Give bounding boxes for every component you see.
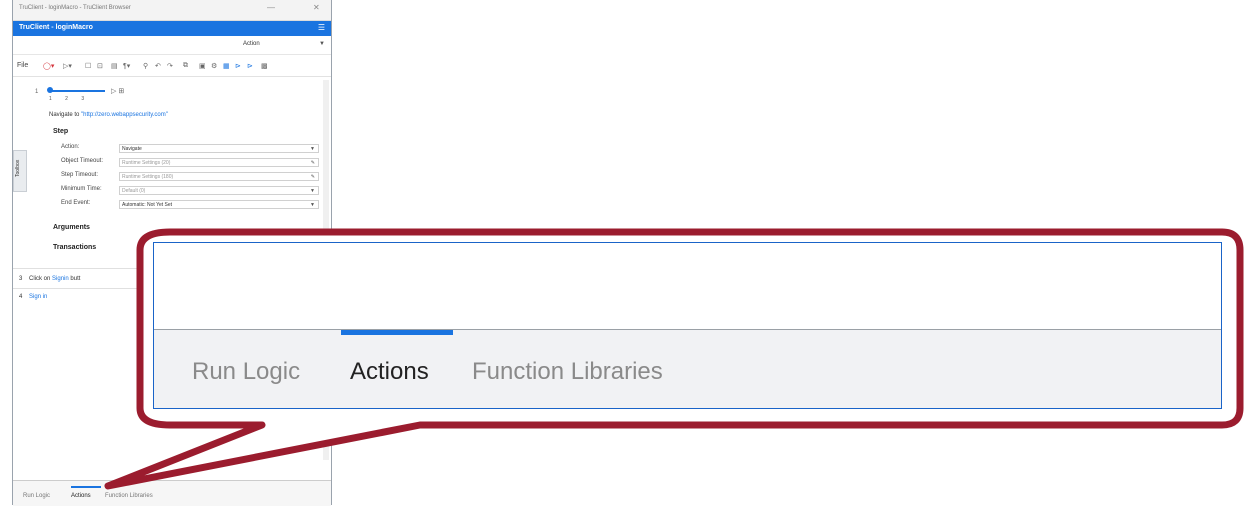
zoomed-tabstrip: Run Logic Actions Function Libraries <box>154 329 1221 408</box>
zoom-tab-run-logic[interactable]: Run Logic <box>192 358 300 386</box>
zoom-active-tab-indicator <box>341 330 453 335</box>
zoomed-tab-panel: Run Logic Actions Function Libraries <box>153 242 1222 409</box>
zoom-tab-actions[interactable]: Actions <box>350 358 429 386</box>
zoom-tab-function-libraries[interactable]: Function Libraries <box>472 358 663 386</box>
